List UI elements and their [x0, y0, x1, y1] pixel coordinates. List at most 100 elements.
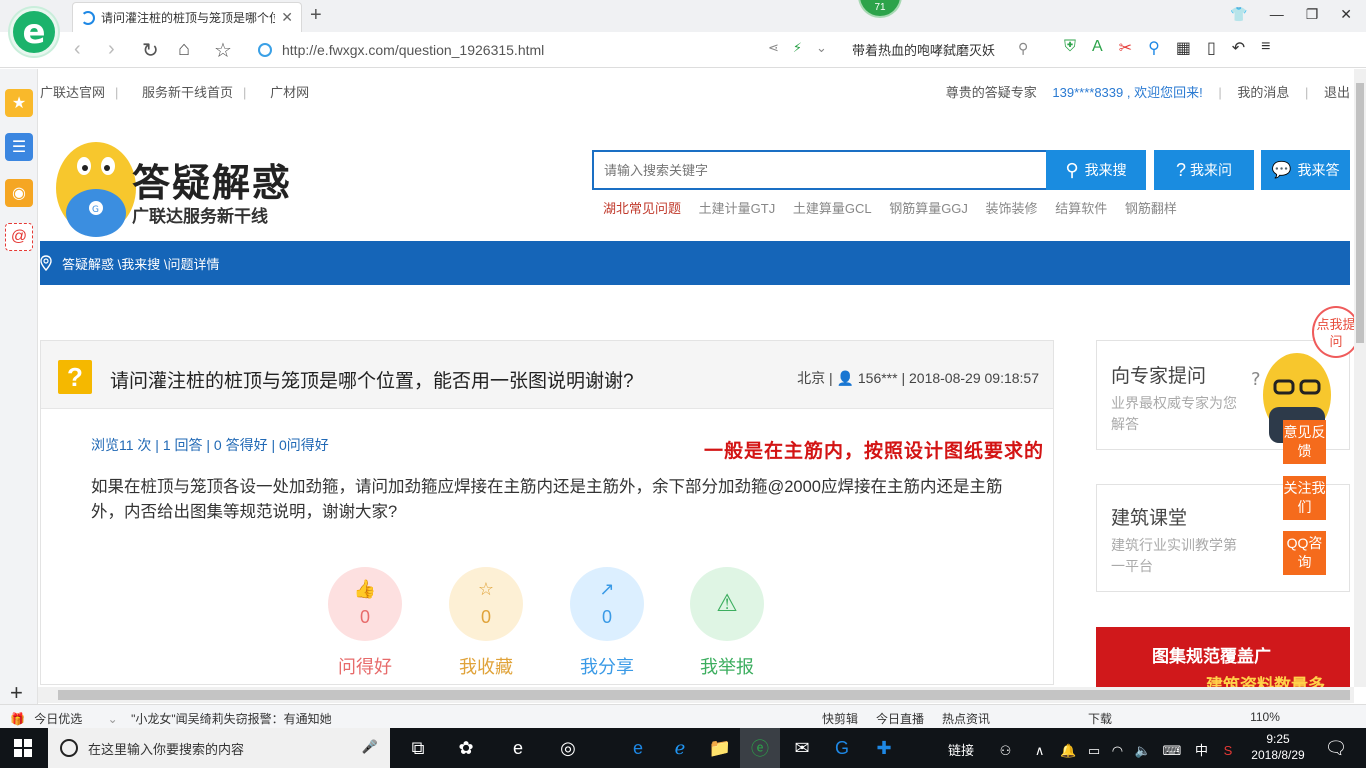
good-question-button[interactable]: 👍 0 问得好 — [328, 567, 402, 679]
windows-start-icon[interactable] — [14, 739, 32, 757]
nav-link-material[interactable]: 广材网 — [270, 85, 309, 100]
tablet-icon[interactable]: ▯ — [1207, 38, 1216, 58]
forward-button[interactable]: › — [108, 38, 115, 61]
browser-logo-icon[interactable]: e — [10, 8, 58, 56]
edge-icon[interactable]: e — [618, 728, 658, 768]
home-button[interactable]: ⌂ — [178, 38, 190, 61]
answer-button[interactable]: 💬 我来答 — [1261, 150, 1350, 190]
mail-icon[interactable]: ✉ — [782, 728, 822, 768]
minimize-button[interactable]: — — [1270, 6, 1284, 23]
favorite-star-icon[interactable]: ☆ — [214, 38, 232, 63]
zoom-level[interactable]: 110% — [1250, 710, 1280, 727]
my-messages-link[interactable]: 我的消息 — [1237, 85, 1289, 100]
microphone-icon[interactable]: 🎤 — [362, 739, 378, 755]
live-today-link[interactable]: 今日直播 — [876, 710, 924, 727]
scissors-icon[interactable]: ✂ — [1119, 38, 1132, 58]
hot-link[interactable]: 土建算量GCL — [793, 201, 872, 216]
qq-consult-button[interactable]: QQ咨询 — [1283, 531, 1326, 575]
download-link[interactable]: 下载 — [1088, 710, 1112, 727]
360-browser-taskbar-icon[interactable]: ⓔ — [740, 728, 780, 768]
weibo-icon[interactable]: ◉ — [5, 179, 33, 207]
notification-bell-icon[interactable]: 🔔 — [1060, 743, 1076, 758]
glodon-app-icon[interactable]: G — [822, 728, 862, 768]
pinwheel-app-icon[interactable]: ✿ — [446, 728, 486, 768]
battery-icon[interactable]: ▭ — [1088, 743, 1100, 758]
hot-link[interactable]: 湖北常见问题 — [603, 201, 681, 216]
restore-button[interactable]: ❐ — [1306, 6, 1319, 23]
vertical-scroll-thumb[interactable] — [1356, 83, 1364, 343]
close-window-button[interactable]: ✕ — [1340, 6, 1352, 23]
browser-tab-bar: 请问灌注桩的桩顶与笼顶是哪个位置 ✕ + 71 👕 — ❐ ✕ — [0, 0, 1366, 32]
quick-ask-bubble[interactable]: 点我提问 — [1312, 306, 1360, 358]
edge-browser-icon[interactable]: e — [498, 728, 538, 768]
hot-link[interactable]: 土建计量GTJ — [699, 201, 776, 216]
vertical-scrollbar[interactable] — [1354, 69, 1366, 687]
hot-link[interactable]: 钢筋算量GGJ — [889, 201, 968, 216]
tray-chevron-up-icon[interactable]: ∧ — [1035, 743, 1045, 758]
hot-news-link[interactable]: 热点资讯 — [942, 710, 990, 727]
user-greeting[interactable]: 139****8339 , 欢迎您回来! — [1052, 85, 1202, 100]
reading-list-icon[interactable]: ☰ — [5, 133, 33, 161]
keyboard-icon[interactable]: ⌨ — [1163, 743, 1182, 758]
taskbar-clock[interactable]: 9:25 2018/8/29 — [1246, 731, 1310, 763]
chevron-down-icon[interactable]: ⌄ — [816, 40, 827, 56]
undo-icon[interactable]: ↶ — [1232, 38, 1245, 58]
search-input[interactable] — [592, 150, 1048, 190]
search-button[interactable]: ⚲ 我来搜 — [1046, 150, 1146, 190]
translate-icon[interactable]: A — [1092, 38, 1103, 58]
sogou-icon[interactable]: S — [1224, 743, 1233, 758]
magnifier-icon[interactable]: ⚲ — [1148, 38, 1160, 58]
share-icon[interactable]: ⋖ — [768, 40, 779, 56]
notification-badge[interactable]: 71 — [858, 0, 902, 18]
tab-close-icon[interactable]: ✕ — [281, 9, 293, 26]
menu-icon[interactable]: ≡ — [1261, 38, 1270, 58]
back-button[interactable]: ‹ — [74, 38, 81, 61]
nav-link-service-home[interactable]: 服务新干线首页 — [142, 85, 233, 100]
question-title: 请问灌注桩的桩顶与笼顶是哪个位置，能否用一张图说明谢谢? — [110, 371, 634, 392]
link-label[interactable]: 链接 — [948, 743, 974, 758]
spiral-app-icon[interactable]: ◎ — [548, 728, 588, 768]
sidebar-add-button[interactable]: + — [10, 680, 23, 706]
search-icon[interactable]: ⚲ — [1018, 40, 1028, 57]
breadcrumb-text[interactable]: 答疑解惑 \我来搜 \问题详情 — [62, 254, 219, 273]
email-icon[interactable]: @ — [5, 223, 33, 251]
wifi-icon[interactable]: ◠ — [1112, 743, 1123, 758]
promo-banner[interactable]: 图集规范覆盖广 建筑资料数量多 — [1096, 627, 1350, 687]
new-tab-button[interactable]: + — [310, 4, 322, 27]
news-ticker[interactable]: "小龙女"闻吴绮莉失窃报警：有通知她 — [131, 712, 332, 726]
action-center-icon[interactable]: 🗨 — [1316, 728, 1356, 768]
feedback-button[interactable]: 意见反馈 — [1283, 420, 1326, 464]
refresh-button[interactable]: ↻ — [142, 38, 159, 63]
taskbar-search-box[interactable]: 在这里输入你要搜索的内容 🎤 — [48, 728, 390, 768]
task-view-icon[interactable]: ⧉ — [398, 728, 438, 768]
horizontal-scroll-thumb[interactable] — [58, 690, 1350, 700]
plus-app-icon[interactable]: ✚ — [864, 728, 904, 768]
quick-clip-link[interactable]: 快剪辑 — [822, 710, 858, 727]
people-icon[interactable]: ⚇ — [1000, 743, 1012, 758]
skin-icon[interactable]: 👕 — [1230, 6, 1247, 23]
logout-link[interactable]: 退出 — [1324, 85, 1350, 100]
shield-icon[interactable]: ⛨ — [1064, 38, 1076, 58]
favorite-button[interactable]: ☆ 0 我收藏 — [449, 567, 523, 679]
ime-indicator[interactable]: 中 — [1195, 743, 1208, 758]
horizontal-scrollbar[interactable] — [38, 687, 1354, 703]
volume-icon[interactable]: 🔈 — [1135, 743, 1151, 758]
hot-link[interactable]: 钢筋翻样 — [1125, 201, 1177, 216]
active-tab[interactable]: 请问灌注桩的桩顶与笼顶是哪个位置 ✕ — [72, 2, 302, 32]
lightning-icon[interactable]: ⚡ — [793, 40, 802, 56]
apps-icon[interactable]: ▦ — [1176, 38, 1191, 58]
hot-link[interactable]: 结算软件 — [1055, 201, 1107, 216]
file-explorer-icon[interactable]: 📁 — [700, 728, 740, 768]
search-suggestion[interactable]: 带着热血的咆哮弑磨灭妖 — [852, 40, 995, 59]
nav-link-glodon[interactable]: 广联达官网 — [40, 85, 105, 100]
ask-button[interactable]: ? 我来问 — [1154, 150, 1254, 190]
report-button[interactable]: ⚠ 我举报 — [690, 567, 764, 679]
favorites-star-icon[interactable]: ★ — [5, 89, 33, 117]
ie-icon[interactable]: ℯ — [660, 728, 700, 768]
today-picks-link[interactable]: 今日优选 — [34, 712, 82, 726]
url-field[interactable]: http://e.fwxgx.com/question_1926315.html — [258, 36, 838, 64]
share-button[interactable]: ↗ 0 我分享 — [570, 567, 644, 679]
hot-link[interactable]: 装饰装修 — [986, 201, 1038, 216]
question-user: 156*** — [857, 370, 898, 386]
follow-us-button[interactable]: 关注我们 — [1283, 476, 1326, 520]
